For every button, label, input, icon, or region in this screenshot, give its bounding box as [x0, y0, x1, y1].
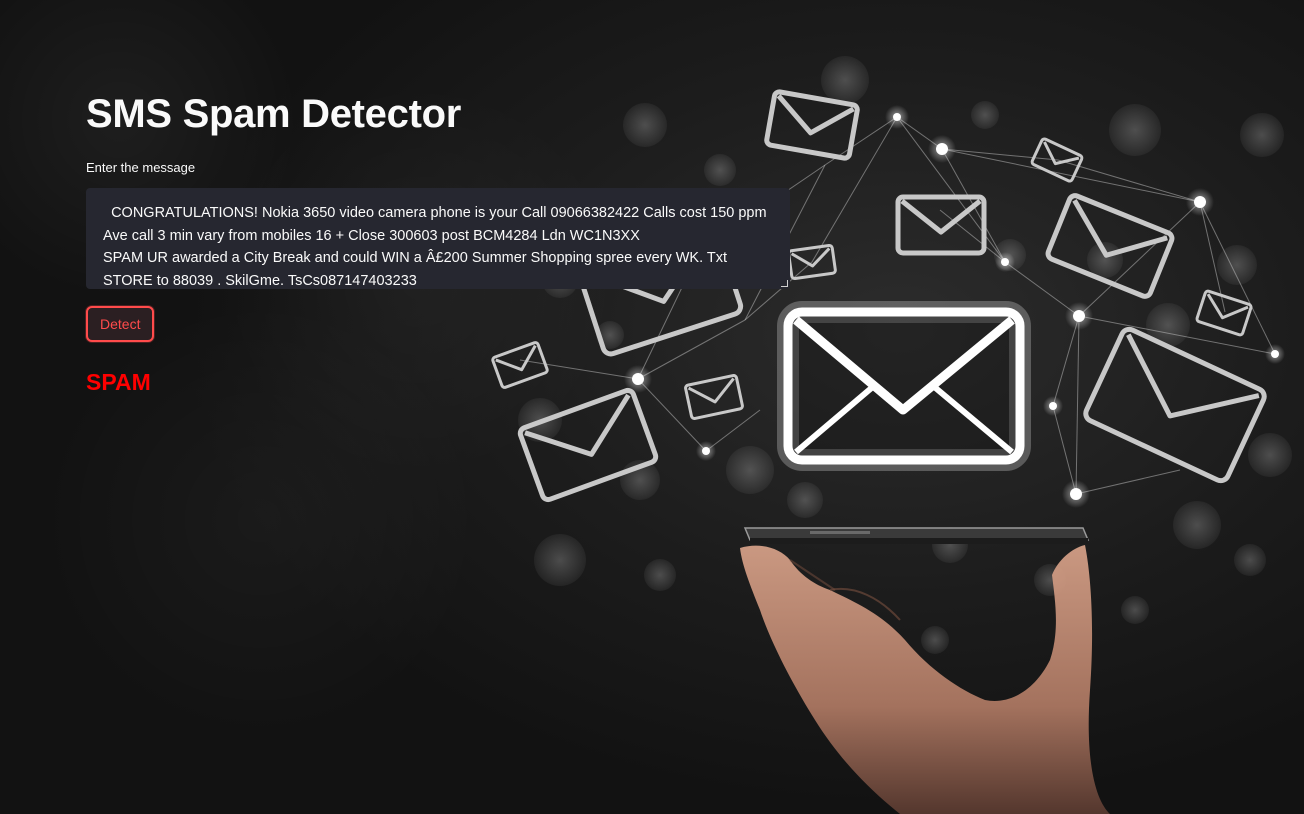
message-input-container: CONGRATULATIONS! Nokia 3650 video camera… [86, 188, 790, 289]
resize-handle-icon[interactable] [781, 280, 788, 287]
envelope-icon [777, 301, 1031, 471]
detect-button[interactable]: Detect [86, 306, 155, 342]
main-panel: SMS Spam Detector Enter the message CONG… [86, 88, 792, 396]
app-background: SMS Spam Detector Enter the message CONG… [0, 0, 1304, 814]
hand-icon [740, 545, 1110, 814]
message-input[interactable]: CONGRATULATIONS! Nokia 3650 video camera… [86, 188, 790, 289]
prediction-result: SPAM [86, 369, 151, 395]
page-title: SMS Spam Detector [86, 92, 461, 136]
smartphone-icon [743, 527, 1090, 544]
message-input-label: Enter the message [86, 160, 196, 175]
